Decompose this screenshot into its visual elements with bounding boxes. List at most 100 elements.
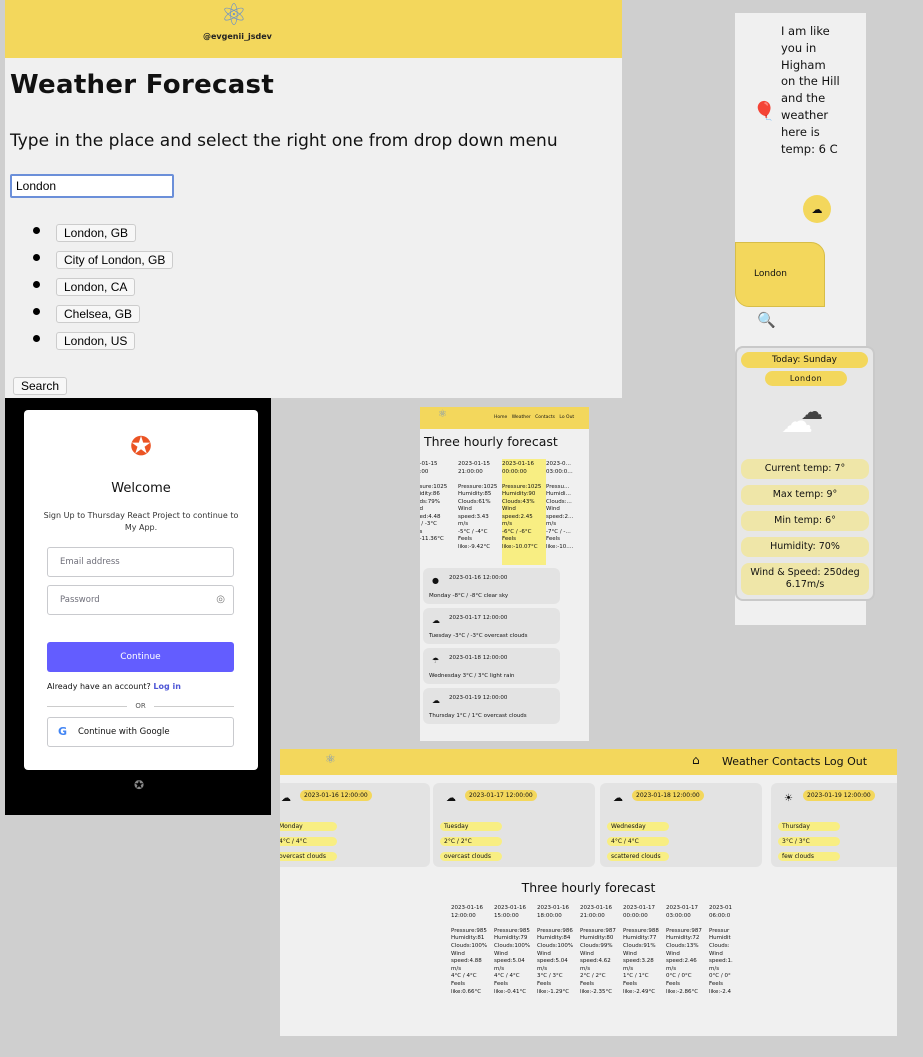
weather-icon: ☀: [784, 793, 793, 804]
column-line: Clouds:43%: [502, 498, 535, 505]
desktop-forecast-page: ⚛ ⌂ Weather Contacts Log Out ☁ 2023-01-16…: [280, 749, 897, 1036]
email-field[interactable]: Email address: [47, 547, 234, 577]
suggestion-button[interactable]: London, US: [56, 332, 136, 350]
weather-icon: ☁: [613, 793, 623, 804]
column-line: Feels: [666, 980, 681, 987]
card-temp: 4°C / 4°C: [607, 837, 669, 846]
nav-logout[interactable]: Log Out: [824, 755, 867, 768]
card-date: 2023-01-17 12:00:00: [465, 790, 537, 801]
nav-contacts[interactable]: Contacts: [535, 415, 555, 420]
auth0-footer-icon: ✪: [134, 778, 145, 792]
column-line: m/s: [502, 521, 513, 527]
column-line: Wind: [709, 950, 723, 957]
password-placeholder: Password: [60, 595, 100, 605]
login-box: ✪ Welcome Sign Up to Thursday React Proj…: [24, 410, 258, 770]
column-line: m/s: [458, 521, 469, 527]
column-line: -7°C / -…: [546, 528, 571, 535]
google-button[interactable]: G Continue with Google: [47, 717, 234, 747]
list-item: City of London, GB: [33, 249, 174, 276]
column-line: speed:2…: [546, 513, 574, 520]
list-item[interactable]: ☁ 2023-01-17 12:00:00 Tuesday -3°C / -3°C …: [423, 608, 560, 644]
column-line: Feels: [709, 980, 724, 987]
column-line: Pressure:987: [666, 927, 702, 934]
card-desc: scattered clouds: [607, 852, 669, 861]
column-time: 15:00:00: [494, 912, 519, 919]
column-line: 3°C / 3°C: [537, 973, 563, 980]
user-avatar-icon: 🔍: [757, 311, 776, 329]
home-icon[interactable]: ⌂: [692, 753, 700, 767]
card-day: Thursday: [778, 822, 840, 831]
column-date: 2023-01-16: [537, 905, 569, 911]
nav-home[interactable]: Home: [494, 415, 507, 420]
header-bar: ⚛ @evgenii_jsdev: [5, 0, 622, 58]
table-column: 2023-01-16 12:00:00 Pressure:985 Humidity:8…: [451, 905, 494, 996]
city-search-input[interactable]: [10, 174, 174, 198]
day-card[interactable]: ☁ 2023-01-16 12:00:00 Monday 4°C / 4°C overc…: [280, 783, 430, 867]
today-weather-card: Today: Sunday London ☁ ☁ Current temp: 7…: [735, 346, 875, 601]
column-line: speed:1.: [709, 958, 733, 965]
atom-logo-icon[interactable]: ⚛: [325, 752, 336, 766]
item-desc: Monday -8°C / -8°C clear sky: [429, 593, 509, 599]
day-card[interactable]: ☁ 2023-01-18 12:00:00 Wednesday 4°C / 4°C sc…: [600, 783, 762, 867]
min-temp: Min temp: 6°: [741, 511, 869, 531]
suggestion-button[interactable]: Chelsea, GB: [56, 305, 141, 323]
card-temp: 2°C / 2°C: [440, 837, 502, 846]
column-line: like:-2.35°C: [580, 988, 613, 995]
list-item[interactable]: ☂ 2023-01-18 12:00:00 Wednesday 3°C / 3°C …: [423, 648, 560, 684]
user-message-text: London: [754, 269, 787, 279]
column-date: 2023-01-16: [451, 905, 483, 911]
column-line: Humidity:77: [623, 935, 657, 942]
column-time: 21:00:00: [458, 468, 483, 475]
column-line: m/s: [537, 965, 548, 972]
column-line: Wind: [546, 506, 560, 512]
suggestion-button[interactable]: City of London, GB: [56, 251, 174, 269]
nav-weather[interactable]: Weather: [722, 755, 768, 768]
table-column: 2023-01-16 00:00:00 Pressure:1025 Humidity:…: [502, 459, 546, 565]
column-line: m/s: [709, 965, 720, 972]
login-link[interactable]: Log in: [153, 682, 181, 691]
card-date: 2023-01-19 12:00:00: [803, 790, 875, 801]
column-line: Clouds:91%: [623, 942, 656, 949]
column-line: like:-1.29°C: [537, 988, 570, 995]
day-card[interactable]: ☀ 2023-01-19 12:00:00 Thursday 3°C / 3°C few…: [771, 783, 897, 867]
logo[interactable]: ⚛ @evgenii_jsdev: [203, 0, 272, 58]
nav-contacts[interactable]: Contacts: [772, 755, 821, 768]
bullet-icon: [33, 254, 40, 261]
list-item[interactable]: ● 2023-01-16 12:00:00 Monday -8°C / -8°C c…: [423, 568, 560, 604]
search-button[interactable]: Search: [13, 377, 68, 395]
column-line: Humidity:72: [666, 935, 700, 942]
suggestion-button[interactable]: London, CA: [56, 278, 136, 296]
column-line: Pressure:987: [580, 927, 616, 934]
continue-button[interactable]: Continue: [47, 642, 234, 672]
cloud-icon: ☁: [811, 202, 823, 216]
column-date: 2023-01-15: [458, 461, 490, 467]
welcome-title: Welcome: [111, 481, 171, 496]
nav-logout[interactable]: Lo Out: [559, 415, 574, 420]
column-line: Pressu…: [546, 483, 570, 490]
weather-icon-button[interactable]: ☁: [803, 195, 831, 223]
password-field[interactable]: Password ◎: [47, 585, 234, 615]
atom-logo-icon[interactable]: ⚛: [438, 409, 447, 420]
column-line: m/s: [666, 965, 677, 972]
logo-handle: @evgenii_jsdev: [203, 32, 272, 41]
card-date: 2023-01-16 12:00:00: [300, 790, 372, 801]
column-line: 0°C / 0°C: [666, 973, 692, 980]
weather-icon: ●: [432, 576, 439, 585]
suggestion-button[interactable]: London, GB: [56, 224, 137, 242]
card-date: 2023-01-18 12:00:00: [632, 790, 704, 801]
nav-weather[interactable]: Weather: [512, 415, 531, 420]
column-date: 2023-01-17: [666, 905, 698, 911]
already-account: Already have an account? Log in: [47, 682, 181, 691]
table-column: 2023-01-15 21:00:00 Pressure:1025 Humidity:…: [458, 459, 502, 565]
column-line: 1°C / 1°C: [623, 973, 649, 980]
column-line: speed:2.45: [502, 513, 533, 520]
column-time: 06:00:0: [709, 912, 731, 919]
column-line: Pressure:985: [451, 927, 487, 934]
column-line: speed:5.04: [494, 958, 525, 965]
column-time: 00:00:00: [502, 468, 527, 475]
list-item[interactable]: ☁ 2023-01-19 12:00:00 Thursday 1°C / 1°C o…: [423, 688, 560, 724]
item-date: 2023-01-19 12:00:00: [449, 695, 508, 701]
day-card[interactable]: ☁ 2023-01-17 12:00:00 Tuesday 2°C / 2°C over…: [433, 783, 595, 867]
eye-icon[interactable]: ◎: [216, 586, 225, 614]
column-line: 2°C / 2°C: [580, 973, 606, 980]
